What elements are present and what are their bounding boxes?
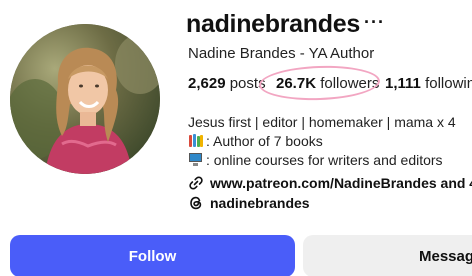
threads-icon bbox=[190, 196, 202, 210]
followers-highlight-circle bbox=[258, 63, 381, 103]
website-link[interactable]: www.patreon.com/NadineBrandes and 4 r bbox=[188, 175, 472, 191]
more-options-icon[interactable]: ··· bbox=[364, 12, 385, 33]
bio-line: : Author of 7 books bbox=[188, 131, 456, 150]
bio-courses-text: : online courses for writers and editors bbox=[206, 151, 443, 168]
books-icon bbox=[188, 133, 203, 148]
posts-count: 2,629 bbox=[188, 75, 226, 92]
avatar-photo bbox=[10, 24, 160, 174]
follow-button[interactable]: Follow bbox=[10, 235, 295, 276]
following-count: 1,111 bbox=[385, 75, 421, 92]
profile-full-name: Nadine Brandes - YA Author bbox=[188, 45, 375, 62]
threads-handle: nadinebrandes bbox=[210, 195, 310, 211]
following-label: following bbox=[425, 75, 472, 92]
threads-link[interactable]: nadinebrandes bbox=[188, 195, 310, 211]
bio-books-text: : Author of 7 books bbox=[206, 132, 323, 149]
computer-icon bbox=[188, 152, 203, 167]
link-icon bbox=[189, 176, 203, 190]
message-button[interactable]: Message bbox=[303, 235, 472, 276]
website-link-text: www.patreon.com/NadineBrandes and 4 r bbox=[210, 175, 472, 191]
profile-avatar[interactable] bbox=[10, 24, 160, 174]
bio-line: Jesus first | editor | homemaker | mama … bbox=[188, 113, 456, 130]
bio-line: : online courses for writers and editors bbox=[188, 150, 456, 169]
profile-bio: Jesus first | editor | homemaker | mama … bbox=[188, 112, 456, 169]
profile-username: nadinebrandes bbox=[186, 10, 360, 38]
posts-stat: 2,629 posts bbox=[188, 75, 266, 92]
following-link[interactable]: 1,111 following bbox=[385, 75, 472, 92]
